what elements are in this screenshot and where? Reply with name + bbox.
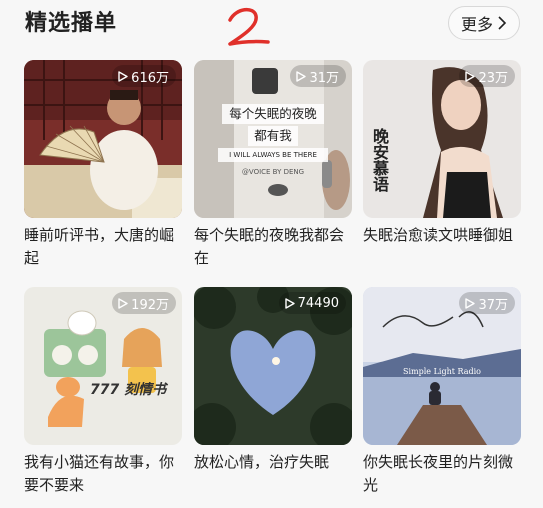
playlist-cover: 777 刻情书 192万 [24, 287, 182, 445]
play-icon [465, 70, 476, 82]
play-icon [465, 297, 476, 309]
playlist-card[interactable]: 616万 睡前听评书，大唐的崛起 [24, 60, 182, 270]
playlist-cover: 74490 [194, 287, 352, 445]
playlist-title: 放松心情，治疗失眠 [194, 453, 330, 471]
playlist-title: 我有小猫还有故事，你要不要来 [24, 453, 175, 494]
play-count: 74490 [297, 295, 339, 311]
playlist-card[interactable]: Simple Light Radio 37万 你失眠长夜里的片刻微光 [363, 287, 521, 497]
play-count-badge: 31万 [290, 65, 346, 87]
cover-text-line2: 都有我 [248, 126, 298, 146]
playlist-cover: 晚安慕语 23万 [363, 60, 521, 218]
cover-text: Simple Light Radio [403, 367, 481, 376]
play-count: 23万 [478, 70, 508, 86]
playlist-card[interactable]: 晚安慕语 23万 失眠治愈读文哄睡御姐 [363, 60, 521, 247]
playlist-title: 失眠治愈读文哄睡御姐 [363, 226, 514, 244]
play-count-badge: 37万 [459, 292, 515, 314]
play-icon [284, 297, 295, 309]
section-title: 精选播单 [25, 11, 118, 36]
more-button-label: 更多 [460, 15, 493, 34]
play-icon [296, 70, 307, 82]
playlist-card[interactable]: 每个失眠的夜晚 都有我 I WILL ALWAYS BE THERE @VOIC… [194, 60, 352, 270]
playlist-card[interactable]: 777 刻情书 192万 我有小猫还有故事，你要不要来 [24, 287, 182, 497]
playlist-cover: 616万 [24, 60, 182, 218]
play-count: 616万 [131, 70, 169, 86]
playlist-cover: 每个失眠的夜晚 都有我 I WILL ALWAYS BE THERE @VOIC… [194, 60, 352, 218]
cover-text: 777 刻情书 [90, 382, 167, 398]
cover-credit: @VOICE BY DENG [241, 168, 305, 176]
play-count: 31万 [309, 70, 339, 86]
play-icon [118, 297, 128, 309]
play-count-badge: 74490 [278, 292, 346, 314]
play-count-badge: 23万 [459, 65, 515, 87]
playlist-cover: Simple Light Radio 37万 [363, 287, 521, 445]
play-count: 37万 [478, 297, 508, 313]
more-button[interactable]: 更多 [448, 6, 520, 40]
playlist-section: 精选播单 更多 616万 睡前听评书，大唐的崛起 每个失眠的夜晚 都有我 I W… [0, 0, 543, 508]
playlist-card[interactable]: 74490 放松心情，治疗失眠 [194, 287, 352, 474]
play-icon [118, 70, 128, 82]
play-count: 192万 [131, 297, 169, 313]
playlist-title: 你失眠长夜里的片刻微光 [363, 453, 514, 494]
playlist-title: 每个失眠的夜晚我都会在 [194, 226, 345, 267]
play-count-badge: 616万 [112, 65, 176, 87]
handwritten-number-mark [228, 7, 270, 46]
play-count-badge: 192万 [112, 292, 176, 314]
playlist-title: 睡前听评书，大唐的崛起 [24, 226, 175, 267]
cover-text-line1: 每个失眠的夜晚 [222, 104, 324, 124]
cover-text-english: I WILL ALWAYS BE THERE [218, 148, 328, 162]
cover-vertical-text: 晚安慕语 [370, 128, 389, 192]
chevron-right-icon [498, 16, 507, 30]
